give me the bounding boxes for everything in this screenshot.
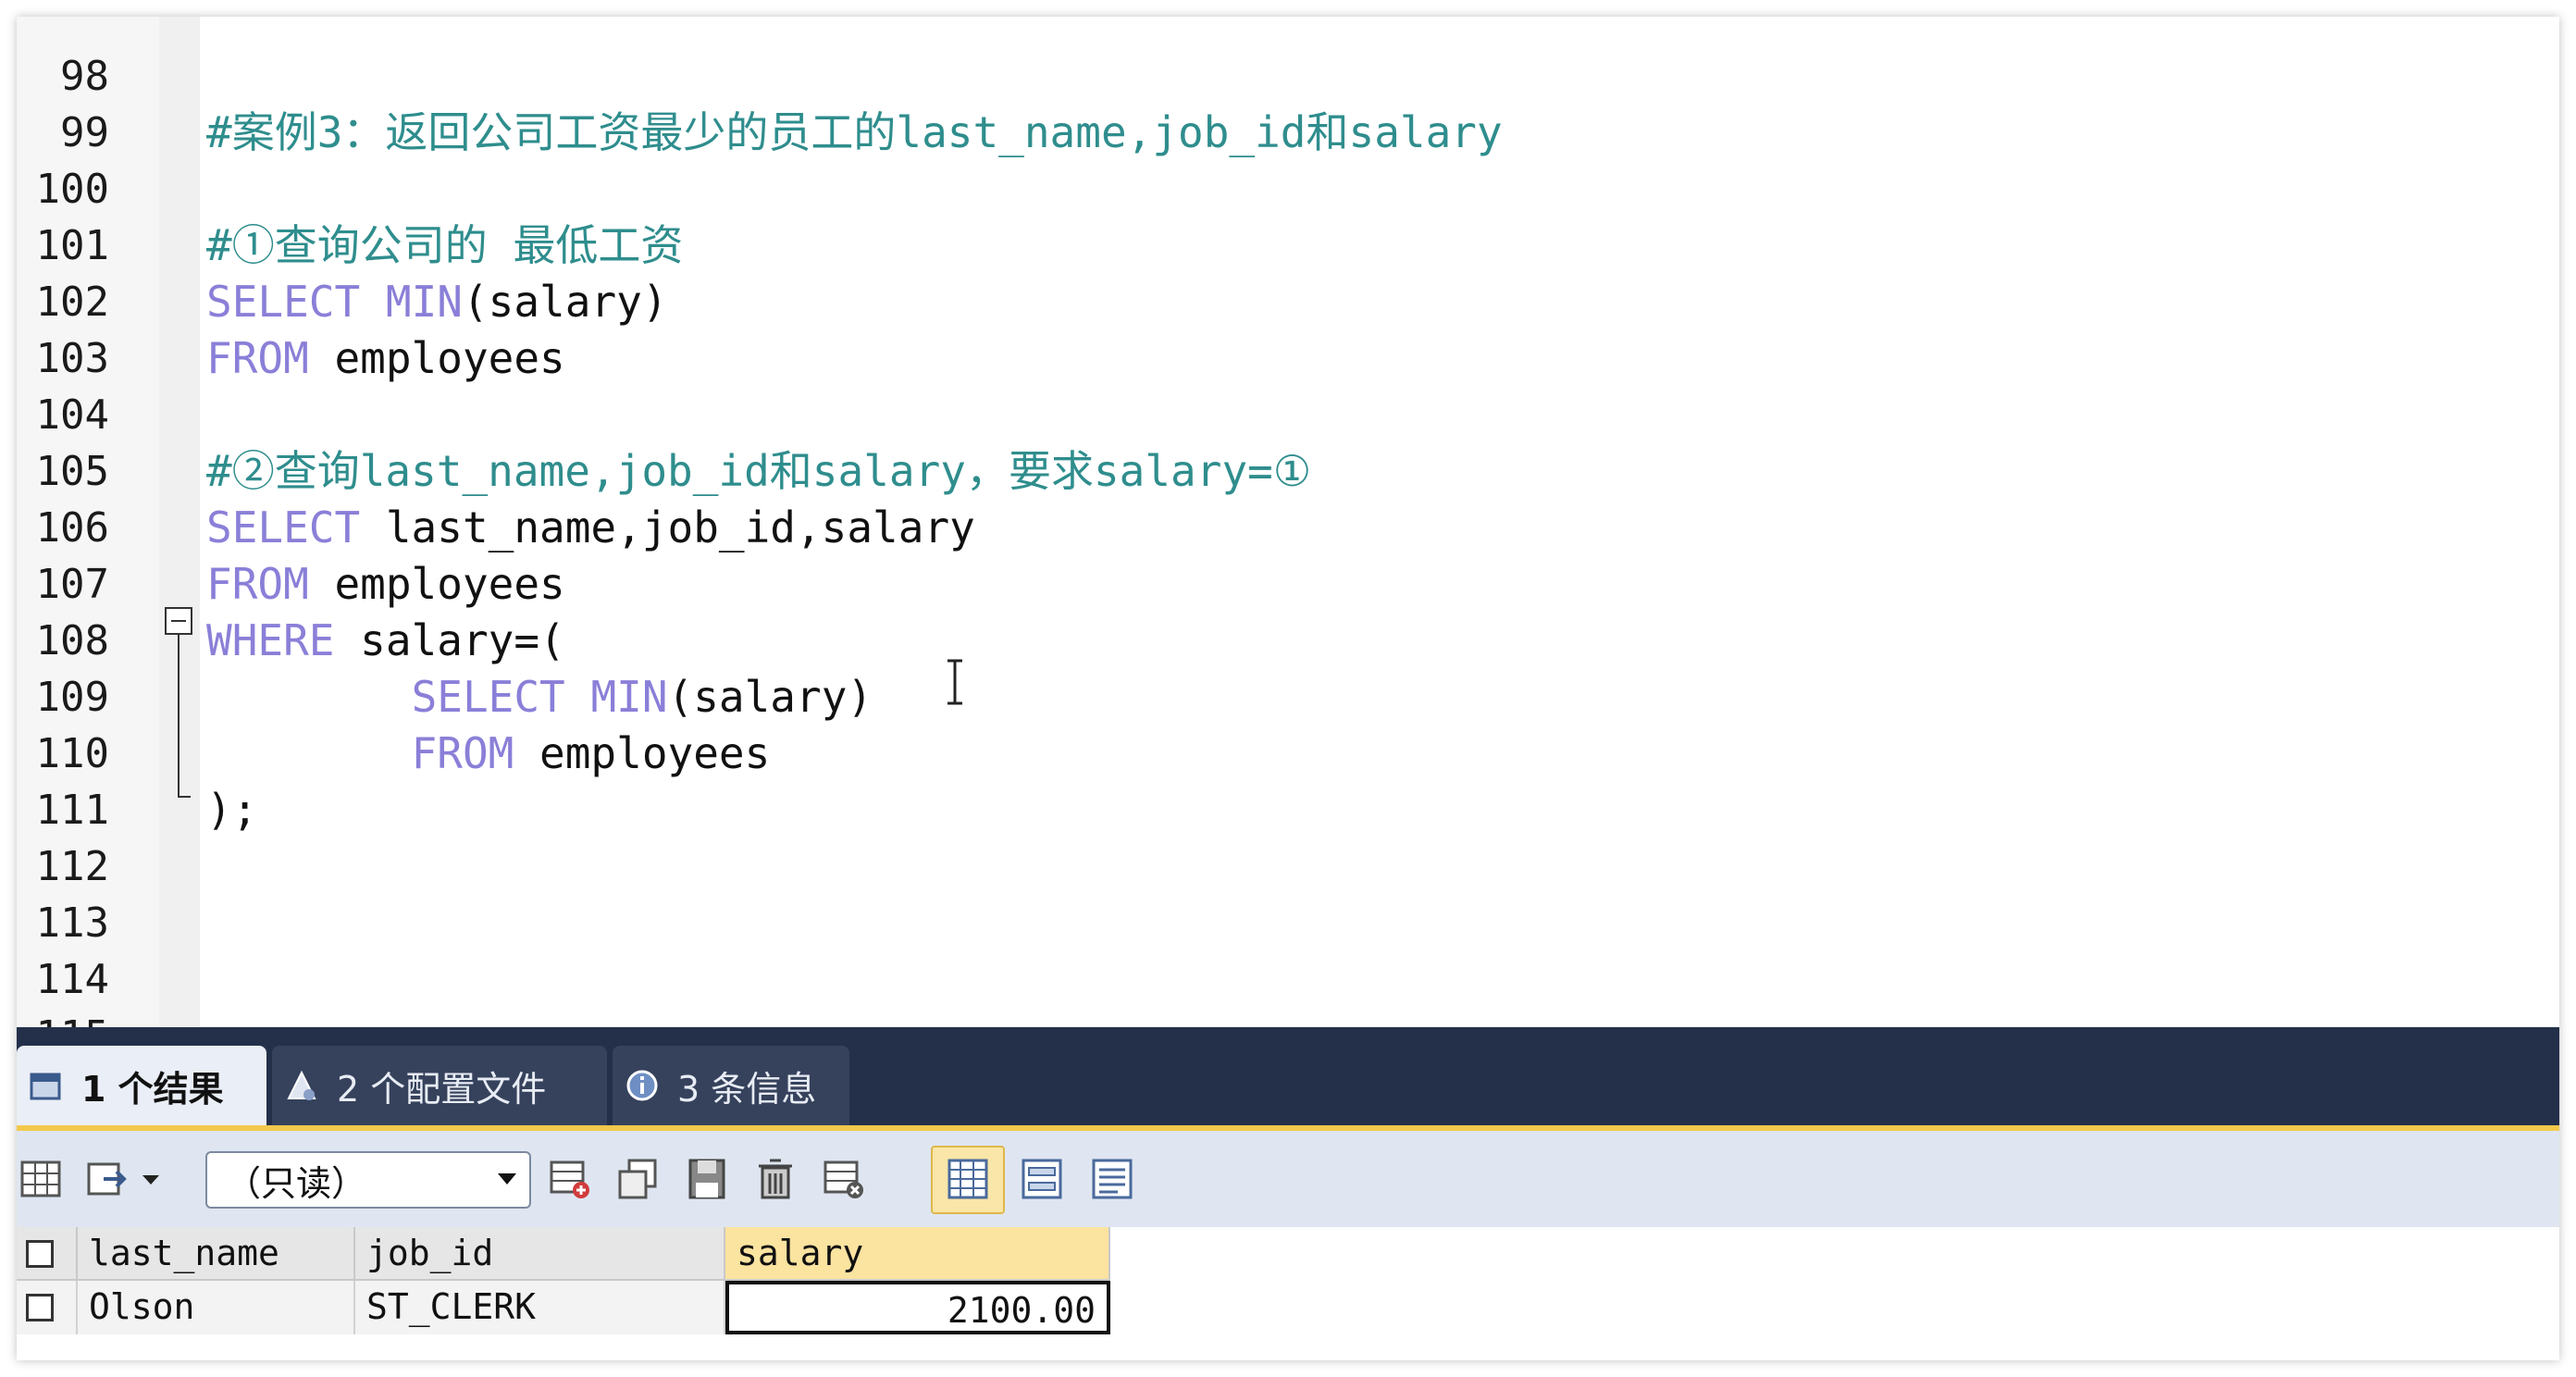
code-line[interactable]: #①查询公司的 最低工资	[206, 217, 683, 274]
code-line[interactable]: );	[206, 782, 257, 838]
line-number: 100	[35, 166, 109, 213]
line-number: 98	[60, 53, 109, 100]
tab-results[interactable]: 1 个结果	[17, 1046, 266, 1125]
line-number: 114	[35, 956, 109, 1003]
chevron-down-icon[interactable]	[137, 1157, 165, 1201]
line-number: 104	[35, 391, 109, 439]
sql-keyword: FROM	[206, 333, 309, 383]
line-number: 105	[35, 448, 109, 495]
grid-mode-icon[interactable]	[946, 1157, 990, 1201]
tab-messages-label: 3 条信息	[677, 1068, 817, 1110]
line-number-gutter: 98 99 100 101 102 103 104 105 106 107 108 109 110 111…	[17, 17, 159, 1027]
code-token: (salary)	[667, 672, 873, 722]
sql-keyword: MIN	[385, 277, 463, 327]
code-line[interactable]: #②查询last_name,job_id和salary，要求salary=①	[206, 443, 1311, 500]
line-number: 107	[35, 561, 109, 608]
fold-guide-end	[178, 796, 191, 798]
code-token: salary=(	[334, 615, 565, 665]
cancel-icon[interactable]	[822, 1157, 866, 1201]
line-number: 113	[35, 899, 109, 947]
sql-comment: #案例3：返回公司工资最少的员工的last_name,job_id和salary	[206, 107, 1503, 157]
tab-results-label: 1 个结果	[81, 1068, 224, 1110]
sql-keyword: FROM	[411, 728, 514, 778]
line-number: 111	[35, 787, 109, 834]
select-arrow-icon	[498, 1173, 516, 1185]
result-tabs: 1 个结果 2 个配置文件 3 条信息	[17, 1027, 2559, 1125]
sql-editor[interactable]: 98 99 100 101 102 103 104 105 106 107 108 109 110 111…	[17, 17, 2559, 1027]
line-number: 108	[35, 617, 109, 664]
export-icon[interactable]	[85, 1157, 130, 1201]
select-all-header[interactable]	[17, 1227, 78, 1281]
cell-last-name[interactable]: Olson	[78, 1281, 355, 1334]
column-header-last-name[interactable]: last_name	[78, 1227, 355, 1281]
column-header-job-id[interactable]: job_id	[355, 1227, 725, 1281]
profile-icon	[283, 1067, 320, 1104]
sql-keyword: SELECT	[206, 277, 361, 327]
cell-job-id[interactable]: ST_CLERK	[355, 1281, 725, 1334]
duplicate-row-icon[interactable]	[616, 1157, 661, 1201]
result-toolbar: （只读）	[17, 1131, 2559, 1227]
grid-view-icon[interactable]	[19, 1157, 63, 1201]
delete-icon[interactable]	[753, 1157, 798, 1201]
text-mode-icon[interactable]	[1090, 1157, 1134, 1201]
line-number: 103	[35, 335, 109, 382]
sql-keyword: MIN	[590, 672, 668, 722]
form-mode-icon[interactable]	[1020, 1157, 1064, 1201]
code-line[interactable]: SELECT MIN(salary)	[206, 274, 668, 330]
column-header-salary[interactable]: salary	[725, 1227, 1110, 1281]
mode-select-value: （只读）	[226, 1162, 367, 1204]
sql-keyword: WHERE	[206, 615, 335, 665]
cell-salary[interactable]: 2100.00	[725, 1281, 1110, 1334]
add-row-icon[interactable]	[548, 1157, 592, 1201]
sql-keyword: SELECT	[411, 672, 565, 722]
code-token: employees	[308, 333, 565, 383]
sql-keyword: SELECT	[206, 502, 361, 552]
row-selector[interactable]	[17, 1281, 78, 1334]
info-icon	[624, 1067, 661, 1104]
code-line[interactable]: FROM employees	[206, 726, 771, 782]
app-window: 98 99 100 101 102 103 104 105 106 107 108 109 110 111…	[17, 17, 2559, 1360]
code-token: last_name,job_id,salary	[360, 502, 975, 552]
code-line[interactable]: SELECT MIN(salary)	[206, 669, 873, 726]
save-icon[interactable]	[685, 1157, 729, 1201]
line-number: 99	[60, 109, 109, 156]
tab-profiles-label: 2 个配置文件	[337, 1068, 547, 1110]
collapse-icon[interactable]	[165, 607, 192, 635]
line-number: 110	[35, 730, 109, 777]
mode-select[interactable]: （只读）	[205, 1151, 531, 1209]
fold-margin	[159, 17, 200, 1027]
code-line[interactable]: WHERE salary=(	[206, 613, 565, 669]
line-number: 112	[35, 843, 109, 890]
line-number: 106	[35, 504, 109, 552]
fold-guide-line	[178, 635, 180, 798]
select-all-checkbox[interactable]	[26, 1240, 54, 1268]
code-token: );	[206, 785, 258, 835]
tab-profiles[interactable]: 2 个配置文件	[272, 1046, 607, 1125]
result-grid-icon	[28, 1067, 65, 1104]
tab-messages[interactable]: 3 条信息	[613, 1046, 849, 1125]
code-line[interactable]: FROM employees	[206, 556, 565, 613]
code-token: employees	[308, 559, 565, 609]
result-grid[interactable]: last_name job_id salary Olson ST_CLERK 2…	[17, 1227, 2559, 1360]
line-number: 101	[35, 222, 109, 269]
text-cursor-icon	[947, 659, 962, 705]
code-token: (salary)	[462, 277, 668, 327]
code-token: employees	[514, 728, 771, 778]
line-number: 115	[17, 1008, 109, 1027]
code-line[interactable]: FROM employees	[206, 330, 565, 387]
row-checkbox[interactable]	[26, 1294, 54, 1321]
sql-comment: #①查询公司的 最低工资	[206, 220, 684, 270]
line-number: 102	[35, 279, 109, 326]
code-line[interactable]: SELECT last_name,job_id,salary	[206, 500, 975, 556]
line-number: 109	[35, 674, 109, 721]
sql-comment: #②查询last_name,job_id和salary，要求salary=①	[206, 446, 1312, 496]
sql-keyword: FROM	[206, 559, 309, 609]
code-line[interactable]: #案例3：返回公司工资最少的员工的last_name,job_id和salary	[206, 105, 1503, 161]
